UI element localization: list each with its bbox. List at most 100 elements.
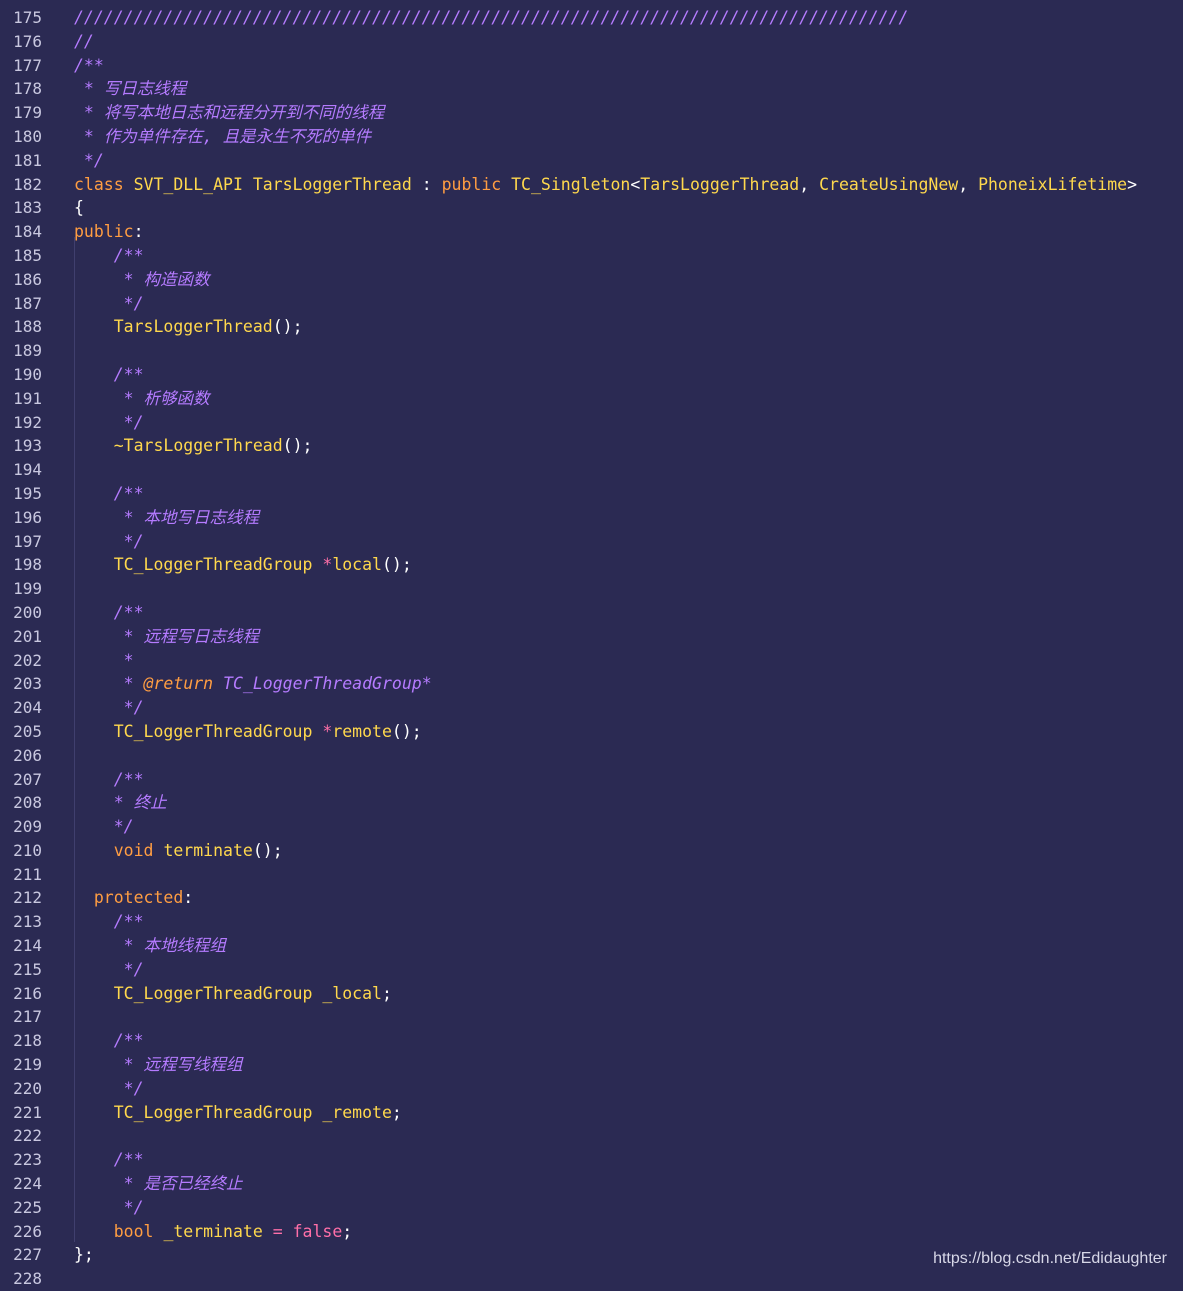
code-line[interactable]: 205 TC_LoggerThreadGroup *remote(); <box>0 720 1183 744</box>
line-text: /** <box>74 768 144 792</box>
line-text: * 是否已经终止 <box>74 1172 243 1196</box>
code-line[interactable]: 214 * 本地线程组 <box>0 934 1183 958</box>
code-line[interactable]: 222 <box>0 1124 1183 1148</box>
code-line[interactable]: 194 <box>0 458 1183 482</box>
code-token: = <box>272 1221 283 1241</box>
line-number: 201 <box>13 626 42 646</box>
code-line[interactable]: 191 * 析够函数 <box>0 387 1183 411</box>
code-token: , <box>799 174 820 194</box>
code-token: void <box>113 840 154 860</box>
code-token: /** <box>74 245 144 265</box>
line-number: 202 <box>13 650 42 670</box>
code-line[interactable]: 203 * @return TC_LoggerThreadGroup* <box>0 672 1183 696</box>
code-line[interactable]: 210 void terminate(); <box>0 839 1183 863</box>
code-line[interactable]: 188 TarsLoggerThread(); <box>0 315 1183 339</box>
code-line[interactable]: 223 /** <box>0 1148 1183 1172</box>
line-text: */ <box>74 696 144 720</box>
code-token: /** <box>74 1031 144 1051</box>
code-line[interactable]: 184 public: <box>0 220 1183 244</box>
line-number: 208 <box>13 793 42 813</box>
code-line[interactable]: 185 /** <box>0 244 1183 268</box>
code-line[interactable]: 224 * 是否已经终止 <box>0 1172 1183 1196</box>
code-line[interactable]: 211 <box>0 863 1183 887</box>
code-line[interactable]: 199 <box>0 577 1183 601</box>
code-line[interactable]: 189 <box>0 339 1183 363</box>
line-number: 184 <box>13 222 42 242</box>
code-token: */ <box>74 293 144 313</box>
code-line[interactable]: 208 * 终止 <box>0 791 1183 815</box>
code-line[interactable]: 178 * 写日志线程 <box>0 77 1183 101</box>
code-token: _terminate <box>163 1221 263 1241</box>
code-line[interactable]: 217 <box>0 1005 1183 1029</box>
code-line[interactable]: 181 */ <box>0 149 1183 173</box>
code-line[interactable]: 187 */ <box>0 292 1183 316</box>
line-number: 178 <box>13 79 42 99</box>
code-line[interactable]: 179 * 将写本地日志和远程分开到不同的线程 <box>0 101 1183 125</box>
code-line[interactable]: 186 * 构造函数 <box>0 268 1183 292</box>
code-token: ; <box>391 1102 402 1122</box>
line-number: 225 <box>13 1197 42 1217</box>
line-text: class SVT_DLL_API TarsLoggerThread : pub… <box>74 173 1137 197</box>
code-line[interactable]: 225 */ <box>0 1196 1183 1220</box>
code-line[interactable]: 175 /////////////////////////////////////… <box>0 6 1183 30</box>
line-text: { <box>74 196 84 220</box>
code-line[interactable]: 176 // <box>0 30 1183 54</box>
code-token: , <box>958 174 979 194</box>
code-token: * 构造函数 <box>74 269 210 289</box>
line-text: ~TarsLoggerThread(); <box>74 434 313 458</box>
code-line[interactable]: 192 */ <box>0 411 1183 435</box>
code-line[interactable]: 215 */ <box>0 958 1183 982</box>
line-text: */ <box>74 292 144 316</box>
line-text: * 本地线程组 <box>74 934 226 958</box>
code-line[interactable]: 226 bool _terminate = false; <box>0 1220 1183 1244</box>
line-number: 219 <box>13 1055 42 1075</box>
code-line[interactable]: 182 class SVT_DLL_API TarsLoggerThread : … <box>0 173 1183 197</box>
code-line[interactable]: 207 /** <box>0 768 1183 792</box>
code-line[interactable]: 195 /** <box>0 482 1183 506</box>
code-line[interactable]: 219 * 远程写线程组 <box>0 1053 1183 1077</box>
code-line[interactable]: 228 <box>0 1267 1183 1291</box>
code-line[interactable]: 221 TC_LoggerThreadGroup _remote; <box>0 1101 1183 1125</box>
code-line[interactable]: 216 TC_LoggerThreadGroup _local; <box>0 982 1183 1006</box>
code-line[interactable]: 190 /** <box>0 363 1183 387</box>
line-number: 211 <box>13 864 42 884</box>
code-line[interactable]: 204 */ <box>0 696 1183 720</box>
code-line[interactable]: 218 /** <box>0 1029 1183 1053</box>
code-line[interactable]: 220 */ <box>0 1077 1183 1101</box>
line-text: bool _terminate = false; <box>74 1220 352 1244</box>
code-token: /** <box>74 364 144 384</box>
line-number: 200 <box>13 602 42 622</box>
code-line[interactable]: 209 */ <box>0 815 1183 839</box>
code-token: * 终止 <box>74 793 167 813</box>
code-line[interactable]: 200 /** <box>0 601 1183 625</box>
code-token: protected <box>93 888 184 908</box>
code-token: TarsLoggerThread <box>640 174 800 194</box>
line-number: 215 <box>13 959 42 979</box>
code-line[interactable]: 212 protected: <box>0 886 1183 910</box>
line-text: * @return TC_LoggerThreadGroup* <box>74 672 432 696</box>
code-line[interactable]: 202 * <box>0 649 1183 673</box>
code-token: */ <box>74 1197 144 1217</box>
code-line[interactable]: 201 * 远程写日志线程 <box>0 625 1183 649</box>
code-line[interactable]: 197 */ <box>0 530 1183 554</box>
line-number: 198 <box>13 555 42 575</box>
code-line[interactable]: 177 /** <box>0 54 1183 78</box>
code-line[interactable]: 198 TC_LoggerThreadGroup *local(); <box>0 553 1183 577</box>
line-text: ////////////////////////////////////////… <box>74 6 908 30</box>
code-line[interactable]: 196 * 本地写日志线程 <box>0 506 1183 530</box>
code-token: (); <box>252 840 283 860</box>
line-number: 179 <box>13 103 42 123</box>
code-area[interactable]: 175/////////////////////////////////////… <box>0 6 1183 1291</box>
code-line[interactable]: 206 <box>0 744 1183 768</box>
code-editor[interactable]: 175/////////////////////////////////////… <box>0 0 1183 1288</box>
code-token: public <box>441 174 502 194</box>
code-line[interactable]: 180 * 作为单件存在, 且是永生不死的单件 <box>0 125 1183 149</box>
code-line[interactable]: 213 /** <box>0 910 1183 934</box>
code-line[interactable]: 183 { <box>0 196 1183 220</box>
line-number: 206 <box>13 745 42 765</box>
code-line[interactable]: 193 ~TarsLoggerThread(); <box>0 434 1183 458</box>
